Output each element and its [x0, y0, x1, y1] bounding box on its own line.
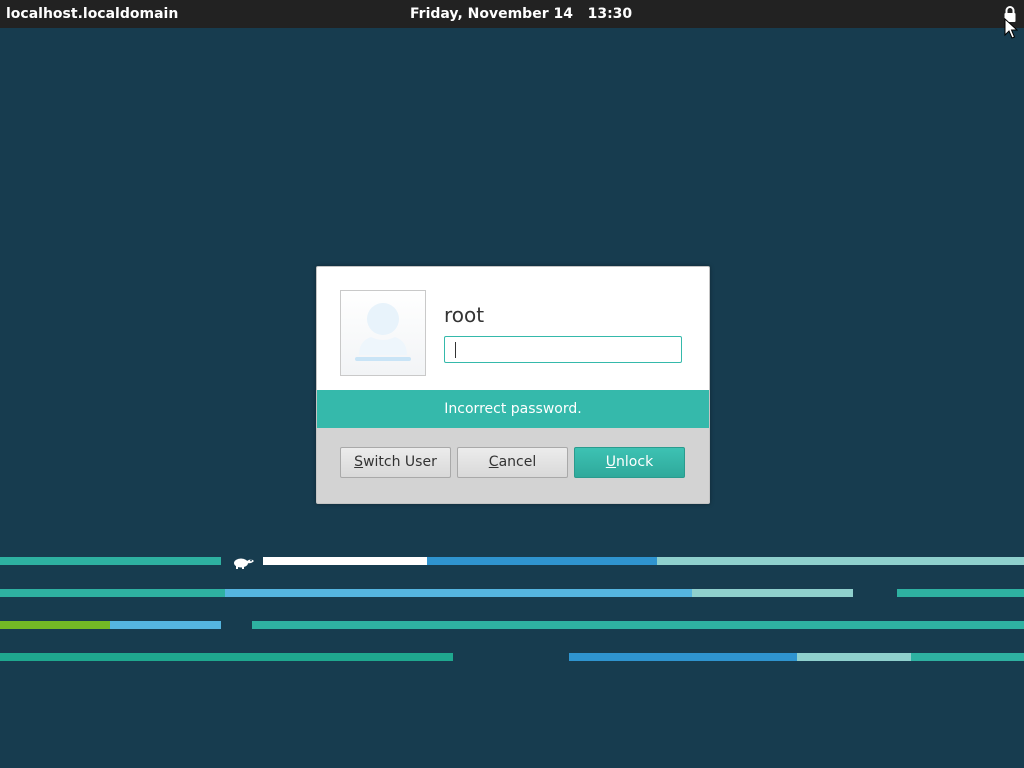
top-panel: localhost.localdomain Friday, November 1… [0, 0, 1024, 28]
hostname-label: localhost.localdomain [6, 6, 179, 22]
wallpaper-stripe [225, 589, 692, 597]
wallpaper-stripe [110, 621, 221, 629]
text-cursor [455, 342, 456, 358]
wallpaper-stripe [897, 589, 1024, 597]
user-avatar-icon [355, 303, 411, 361]
wallpaper-stripe [252, 621, 1024, 629]
password-field[interactable] [444, 336, 682, 363]
error-message: Incorrect password. [317, 390, 709, 428]
username-label: root [444, 303, 485, 327]
unlock-dialog: root Incorrect password. Switch User Can… [316, 266, 710, 504]
opensuse-gecko-icon [234, 558, 254, 569]
wallpaper-stripe [692, 589, 853, 597]
wallpaper-stripe [911, 653, 1024, 661]
unlock-button[interactable]: Unlock [574, 447, 685, 478]
dialog-user-section: root [317, 267, 709, 390]
cancel-button[interactable]: Cancel [457, 447, 568, 478]
wallpaper-stripe [569, 653, 797, 661]
wallpaper-stripe [0, 653, 453, 661]
switch-user-label: witch User [363, 454, 437, 470]
wallpaper-stripe [657, 557, 1024, 565]
wallpaper-stripe [263, 557, 427, 565]
mouse-cursor-icon [1004, 18, 1018, 39]
unlock-mnemonic: U [605, 454, 617, 470]
wallpaper-stripe [0, 621, 110, 629]
switch-user-mnemonic: S [354, 454, 364, 470]
clock[interactable]: Friday, November 14 13:30 [410, 6, 632, 22]
wallpaper-stripe [0, 557, 221, 565]
cancel-label: ancel [498, 454, 537, 470]
wallpaper-stripe [427, 557, 657, 565]
avatar [340, 290, 426, 376]
unlock-label: nlock [616, 454, 654, 470]
wallpaper-stripe [0, 589, 225, 597]
time-label: 13:30 [587, 6, 633, 22]
switch-user-button[interactable]: Switch User [340, 447, 451, 478]
date-label: Friday, November 14 [410, 6, 573, 22]
cancel-mnemonic: C [488, 454, 499, 470]
lock-screen: localhost.localdomain Friday, November 1… [0, 0, 1024, 768]
wallpaper-stripe [797, 653, 911, 661]
